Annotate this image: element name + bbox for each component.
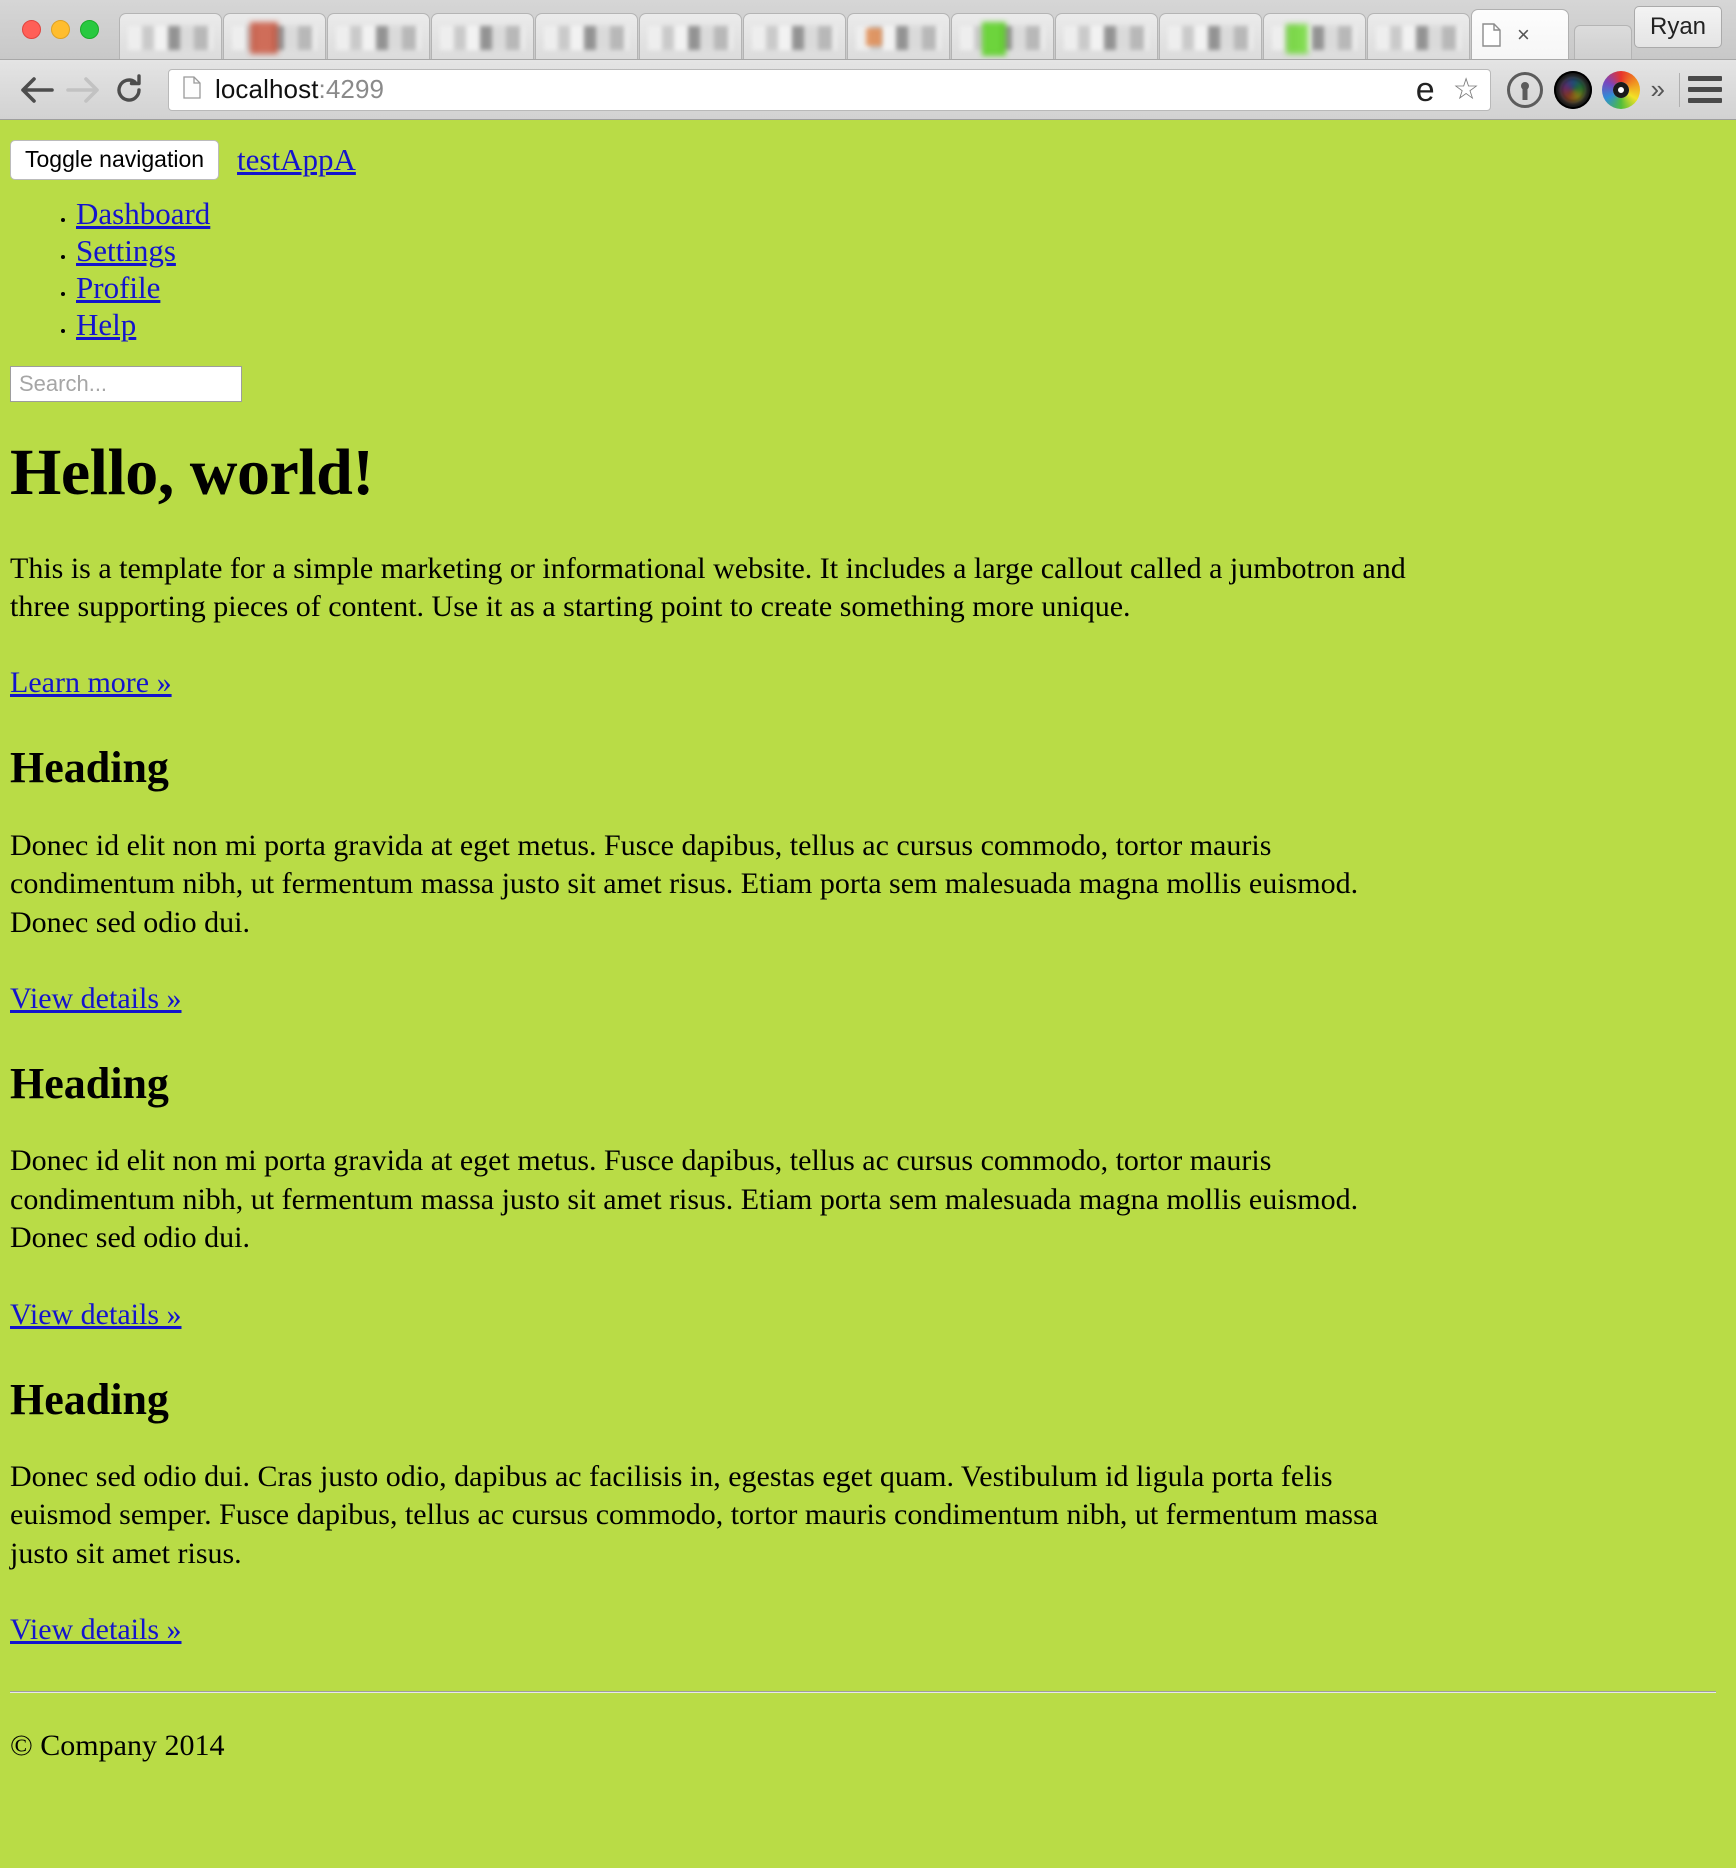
page-icon [1482,22,1501,47]
background-tab[interactable] [535,13,638,59]
search-input[interactable] [10,366,242,403]
browser-window: × Ryan localhost:4299 e ☆ » Toggle navig… [0,0,1736,1868]
new-tab-button[interactable] [1574,25,1632,59]
browser-toolbar: localhost:4299 e ☆ » [0,60,1736,120]
background-tab[interactable] [119,13,222,59]
background-tab[interactable] [1263,13,1366,59]
tab-list: × [119,0,1736,59]
nav-link-settings[interactable]: Settings [76,233,176,268]
active-tab[interactable]: × [1471,9,1569,59]
page-viewport: Toggle navigation testAppA Dashboard Set… [0,120,1736,1868]
nav-item-profile: Profile [76,272,1726,303]
view-details-link[interactable]: View details » [10,1298,182,1331]
nav-item-help: Help [76,309,1726,340]
bookmark-star-icon[interactable]: ☆ [1453,74,1480,105]
maximize-window-button[interactable] [80,20,99,39]
forward-arrow-icon[interactable] [60,67,106,113]
nav-list: Dashboard Settings Profile Help [10,198,1726,340]
1password-icon[interactable] [1501,66,1549,114]
nav-item-settings: Settings [76,235,1726,266]
toggle-navigation-button[interactable]: Toggle navigation [10,140,220,181]
view-details-line: View details » [10,1298,1726,1332]
section-text: Donec id elit non mi porta gravida at eg… [10,828,1359,939]
section-text: Donec sed odio dui. Cras justo odio, dap… [10,1459,1379,1570]
minimize-window-button[interactable] [51,20,70,39]
page-title: Hello, world! [10,436,374,510]
background-tab[interactable] [639,13,742,59]
tab-strip: × Ryan [0,0,1736,60]
page-content: Toggle navigation testAppA Dashboard Set… [0,120,1736,1763]
address-bar[interactable]: localhost:4299 e ☆ [168,68,1491,111]
window-controls [14,20,119,59]
learn-more-link[interactable]: Learn more » [10,666,172,699]
background-tab[interactable] [743,13,846,59]
jumbotron-text: This is a template for a simple marketin… [10,551,1406,623]
toolbar-separator [1679,72,1680,107]
background-tab[interactable] [431,13,534,59]
view-details-link[interactable]: View details » [10,982,182,1015]
brand-link[interactable]: testAppA [237,142,356,178]
reload-icon[interactable] [106,67,152,113]
section-heading: Heading [10,743,169,793]
footer-divider [10,1691,1716,1694]
nav-item-dashboard: Dashboard [76,198,1726,229]
background-tab[interactable] [847,13,950,59]
evernote-page-action-icon[interactable]: e [1416,73,1439,107]
background-tab[interactable] [1367,13,1470,59]
background-tab[interactable] [327,13,430,59]
section-heading: Heading [10,1058,169,1108]
background-tab[interactable] [951,13,1054,59]
page-info-icon [183,75,201,104]
back-arrow-icon[interactable] [14,67,60,113]
url-host: localhost [215,74,319,104]
view-details-line: View details » [10,1613,1726,1647]
learn-more-line: Learn more » [10,666,1726,700]
nav-link-help[interactable]: Help [76,307,136,342]
view-details-line: View details » [10,982,1726,1016]
overflow-chevron-icon[interactable]: » [1645,74,1671,105]
url-text: localhost:4299 [215,74,1402,105]
close-tab-button[interactable]: × [1517,23,1530,46]
close-window-button[interactable] [22,20,41,39]
section-text: Donec id elit non mi porta gravida at eg… [10,1144,1359,1255]
url-port: :4299 [318,74,385,104]
background-tab[interactable] [1055,13,1158,59]
section-heading: Heading [10,1374,169,1424]
nav-link-profile[interactable]: Profile [76,270,160,305]
background-tab[interactable] [223,13,326,59]
view-details-link[interactable]: View details » [10,1613,182,1646]
profile-button[interactable]: Ryan [1634,6,1722,48]
background-tab[interactable] [1159,13,1262,59]
nav-link-dashboard[interactable]: Dashboard [76,196,210,231]
search-form [10,366,1726,403]
hamburger-menu-icon[interactable] [1688,76,1722,103]
color-ring-icon[interactable] [1597,66,1645,114]
navbar: Toggle navigation testAppA [10,140,1726,181]
footer-copyright: © Company 2014 [10,1729,225,1763]
camera-lens-icon[interactable] [1549,66,1597,114]
